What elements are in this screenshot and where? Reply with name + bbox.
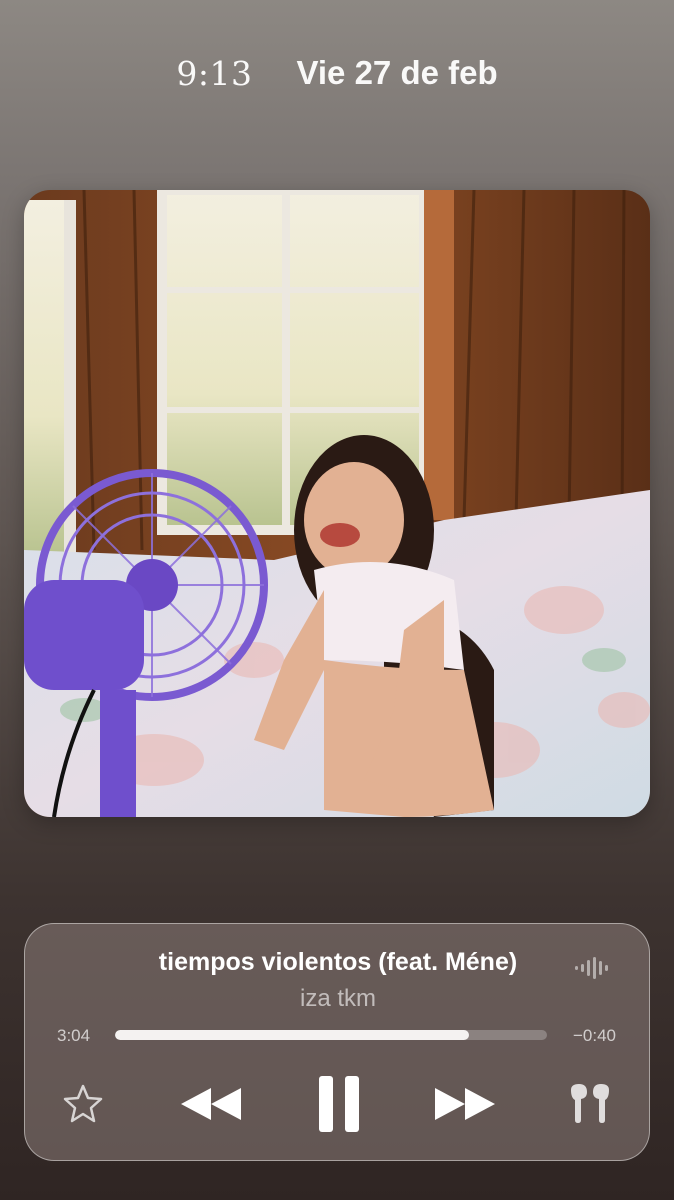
audio-output-button[interactable]: [565, 1082, 615, 1126]
artwork-photo: [24, 190, 650, 817]
now-playing-widget: tiempos violentos (feat. Méne) iza tkm 3…: [24, 923, 650, 1161]
fast-forward-button[interactable]: [433, 1084, 497, 1124]
track-title: tiempos violentos (feat. Méne): [158, 948, 518, 976]
rewind-icon: [181, 1088, 241, 1120]
track-artist: iza tkm: [299, 985, 376, 1012]
airpods-icon: [571, 1084, 609, 1123]
progress-fill: [115, 1030, 470, 1040]
date: Vie 27 de feb: [296, 54, 498, 91]
lockscreen-status: 9:13 Vie 27 de feb: [0, 48, 674, 98]
star-icon: [63, 1084, 103, 1123]
clock: 9:13: [176, 53, 253, 93]
fast-forward-icon: [435, 1088, 495, 1120]
waveform-icon: [575, 957, 611, 984]
favorite-button[interactable]: [61, 1082, 105, 1126]
elapsed-time: 3:04: [57, 1026, 91, 1045]
album-artwork[interactable]: [24, 190, 650, 817]
pause-button[interactable]: [315, 1074, 363, 1134]
rewind-button[interactable]: [179, 1084, 243, 1124]
pause-icon: [319, 1076, 359, 1132]
remaining-time: −0:40: [572, 1026, 616, 1045]
progress-bar[interactable]: [115, 1030, 547, 1040]
